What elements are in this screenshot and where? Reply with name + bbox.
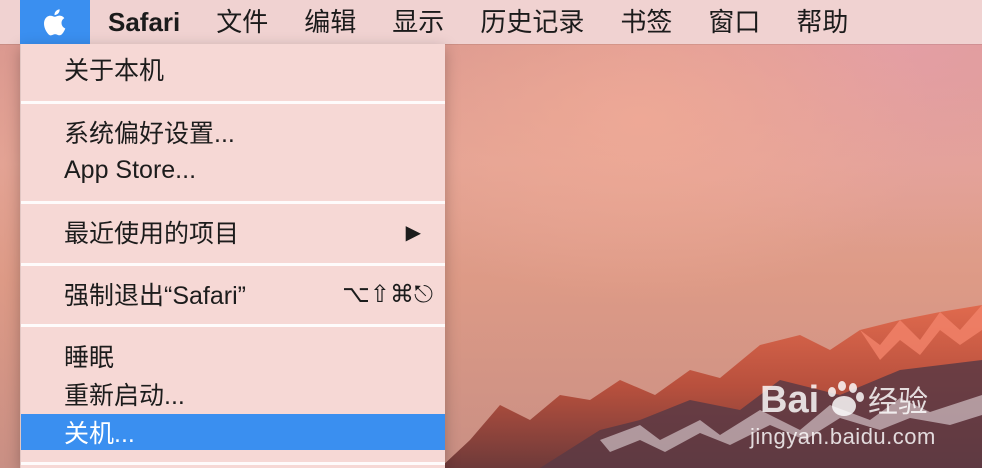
menubar-item-help[interactable]: 帮助 xyxy=(778,0,866,44)
apple-logo-icon xyxy=(44,9,66,36)
menu-item-label: 睡眠 xyxy=(64,344,115,372)
menubar-item-history[interactable]: 历史记录 xyxy=(462,0,602,44)
menu-item-label: 系统偏好设置... xyxy=(64,120,235,148)
menu-item-system-preferences[interactable]: 系统偏好设置... xyxy=(21,114,445,150)
watermark-url: jingyan.baidu.com xyxy=(750,424,936,449)
menu-item-shutdown[interactable]: 关机... xyxy=(21,414,445,450)
menu-item-label: 强制退出“Safari” xyxy=(64,282,246,310)
menu-item-recent-items[interactable]: 最近使用的项目 ▶ xyxy=(21,214,445,250)
menubar-item-bookmarks[interactable]: 书签 xyxy=(602,0,690,44)
menu-bar: Safari 文件 编辑 显示 历史记录 书签 窗口 帮助 xyxy=(0,0,982,44)
menu-separator xyxy=(21,263,445,266)
menu-separator xyxy=(21,101,445,104)
force-quit-shortcut: ⌥⇧⌘⎋ xyxy=(342,280,433,308)
menu-item-force-quit[interactable]: 强制退出“Safari” ⌥⇧⌘⎋ xyxy=(21,276,445,312)
svg-text:经验: 经验 xyxy=(868,385,928,420)
baidu-paw-logo: Bai 经验 xyxy=(760,379,928,421)
menubar-item-file[interactable]: 文件 xyxy=(198,0,286,44)
svg-text:Bai: Bai xyxy=(760,379,819,421)
menu-item-label: 重新启动... xyxy=(64,382,185,410)
menubar-item-safari[interactable]: Safari xyxy=(90,0,198,44)
baidu-jingyan-watermark: Bai 经验 xyxy=(760,370,960,431)
menu-item-restart[interactable]: 重新启动... xyxy=(21,376,445,412)
menu-item-app-store[interactable]: App Store... xyxy=(21,152,445,188)
menu-item-label: App Store... xyxy=(64,155,197,184)
menu-separator xyxy=(21,462,445,465)
menu-item-label: 关机... xyxy=(64,420,135,448)
menu-separator xyxy=(21,324,445,327)
menu-item-about-this-mac[interactable]: 关于本机 xyxy=(21,51,445,87)
menubar-item-view[interactable]: 显示 xyxy=(374,0,462,44)
menu-item-sleep[interactable]: 睡眠 xyxy=(21,338,445,374)
apple-menu-button[interactable] xyxy=(20,0,90,44)
menu-item-label: 关于本机 xyxy=(64,57,165,85)
submenu-arrow-icon: ▶ xyxy=(405,221,421,244)
menubar-item-edit[interactable]: 编辑 xyxy=(286,0,374,44)
menu-separator xyxy=(21,201,445,204)
menubar-item-window[interactable]: 窗口 xyxy=(690,0,778,44)
menu-item-label: 最近使用的项目 xyxy=(64,220,240,248)
apple-dropdown-menu: 关于本机 系统偏好设置... App Store... 最近使用的项目 ▶ 强制… xyxy=(20,44,445,468)
